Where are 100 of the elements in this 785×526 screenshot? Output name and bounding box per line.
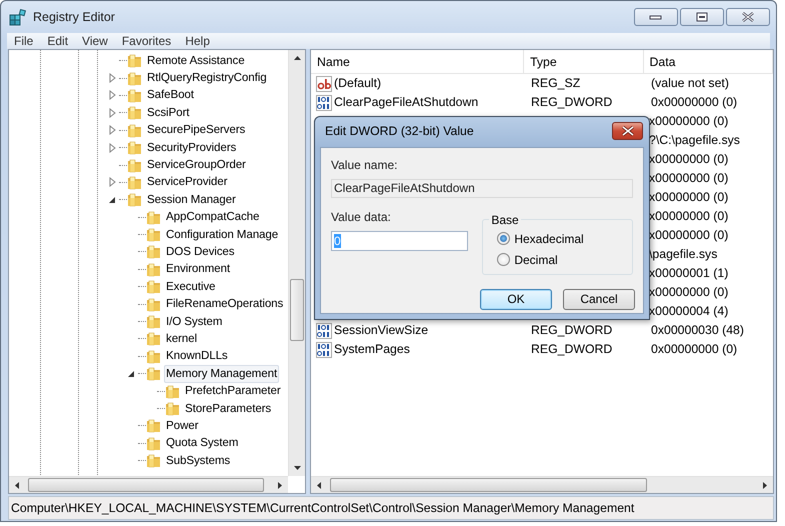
folder-icon [165,384,180,399]
menu-item[interactable]: View [75,33,115,49]
maximize-button[interactable] [680,8,724,26]
tree-item[interactable]: StoreParameters [183,400,274,418]
column-header[interactable]: Data [644,50,773,73]
folder-icon [146,296,161,312]
menu-item[interactable]: File [7,33,40,49]
tree-item[interactable]: Session Manager [145,190,238,209]
table-cell-text: x00000000 (0) [649,189,728,206]
menu-item[interactable]: Favorites [114,33,178,49]
table-cell-text: x00000000 (0) [649,208,728,226]
vertical-scrollbar[interactable] [288,50,305,476]
tree-item[interactable]: KnownDLLs [164,347,230,366]
table-cell: REG_DWORD [531,323,612,338]
table-cell-text: x00000000 (0) [649,151,728,168]
radio-label: Hexadecimal [514,230,584,248]
close-button[interactable] [612,122,643,140]
table-cell-text: (Default) [334,75,382,92]
tree-item[interactable]: FileRenameOperations [164,295,286,314]
horizontal-scrollbar[interactable] [311,476,773,493]
table-cell: 0x00000000 (0) [651,342,738,356]
folder-icon [165,401,180,416]
tree-item[interactable]: ServiceProvider [145,173,230,192]
tree-item[interactable]: SubSystems [164,452,232,470]
tree-item[interactable]: Power [164,416,200,435]
radio-label: Decimal [514,252,558,268]
dialog-title: Edit DWORD (32-bit) Value [325,122,474,140]
folder-icon [146,279,161,294]
binary-value-icon [316,342,332,358]
folder-icon [146,453,161,468]
table-cell: REG_DWORD [531,95,612,110]
tree-item[interactable]: Environment [164,260,232,278]
tree-item[interactable]: I/O System [164,312,224,331]
table-cell-text: x00000000 (0) [649,284,728,302]
tree-item[interactable]: ServiceGroupOrder [145,156,248,174]
tree-item[interactable]: Executive [164,278,218,296]
tree-item[interactable]: Configuration Manage [164,226,280,244]
window-title: Registry Editor [33,8,115,26]
cancel-button[interactable]: Cancel [563,289,635,310]
folder-icon [146,331,161,346]
registry-icon [9,8,27,26]
value-name-field[interactable]: ClearPageFileAtShutdown [331,179,633,198]
table-cell-text: ?\C:\pagefile.sys [649,132,740,150]
table-cell: REG_SZ [531,76,580,90]
table-cell: 0x00000000 (0) [651,95,738,110]
folder-icon [146,436,161,451]
scroll-up-icon[interactable] [293,54,302,63]
table-cell-text: SessionViewSize [334,322,428,340]
folder-icon [146,314,161,330]
table-cell-text: ClearPageFileAtShutdown [334,94,478,112]
scroll-down-icon[interactable] [293,463,302,472]
radio-button[interactable] [497,232,510,245]
close-icon [620,126,634,136]
folder-icon [127,174,142,190]
table-cell: (value not set) [651,76,729,90]
maximize-icon [695,12,709,22]
string-value-icon [316,76,332,92]
scroll-left-icon[interactable] [315,481,324,490]
scroll-left-icon[interactable] [13,481,22,490]
folder-icon [146,348,161,364]
tree-item[interactable]: AppCompatCache [164,208,262,226]
folder-icon [146,227,161,242]
minimize-icon [649,14,663,20]
folder-icon [127,70,142,86]
status-bar: Computer\HKEY_LOCAL_MACHINE\SYSTEM\CurrentControlSet\Control\Session Manager\Memory Management [8,496,774,520]
minimize-button[interactable] [634,8,678,26]
folder-icon [127,158,142,173]
tree-item[interactable]: Quota System [164,434,240,452]
ok-button[interactable]: OK [480,289,552,310]
tree-item[interactable]: Remote Assistance [145,52,247,70]
tree-item[interactable]: PrefetchParameter [183,382,283,400]
tree-item[interactable]: DOS Devices [164,243,236,261]
scrollbar-thumb[interactable] [330,478,647,492]
scroll-right-icon[interactable] [760,481,769,490]
tree-item[interactable]: SafeBoot [145,86,196,104]
table-cell-text: SystemPages [334,341,410,358]
tree-item[interactable]: SecurePipeServers [145,121,248,140]
folder-icon [146,366,161,382]
scroll-right-icon[interactable] [275,481,284,490]
menu-item[interactable]: Edit [40,33,76,49]
horizontal-scrollbar[interactable] [9,476,288,493]
folder-icon [146,262,161,277]
close-button[interactable] [726,8,770,26]
tree-item[interactable]: Memory Management [164,364,280,383]
tree-item[interactable]: kernel [164,330,199,348]
binary-value-icon [316,94,332,110]
scrollbar-thumb[interactable] [290,279,304,341]
folder-icon [127,122,142,138]
tree-item[interactable]: ScsiPort [145,104,192,122]
folder-icon [146,244,161,260]
radio-button[interactable] [497,253,510,266]
field-label: Value name: [331,157,398,174]
table-cell-text: \pagefile.sys [649,246,718,264]
table-cell: 0x00000030 (48) [651,323,744,338]
folder-icon [146,418,161,434]
scrollbar-thumb[interactable] [28,478,264,492]
tree-item[interactable]: RtlQueryRegistryConfig [145,69,269,88]
folder-icon [127,105,142,120]
tree-item[interactable]: SecurityProviders [145,138,238,157]
menu-item[interactable]: Help [178,33,217,49]
